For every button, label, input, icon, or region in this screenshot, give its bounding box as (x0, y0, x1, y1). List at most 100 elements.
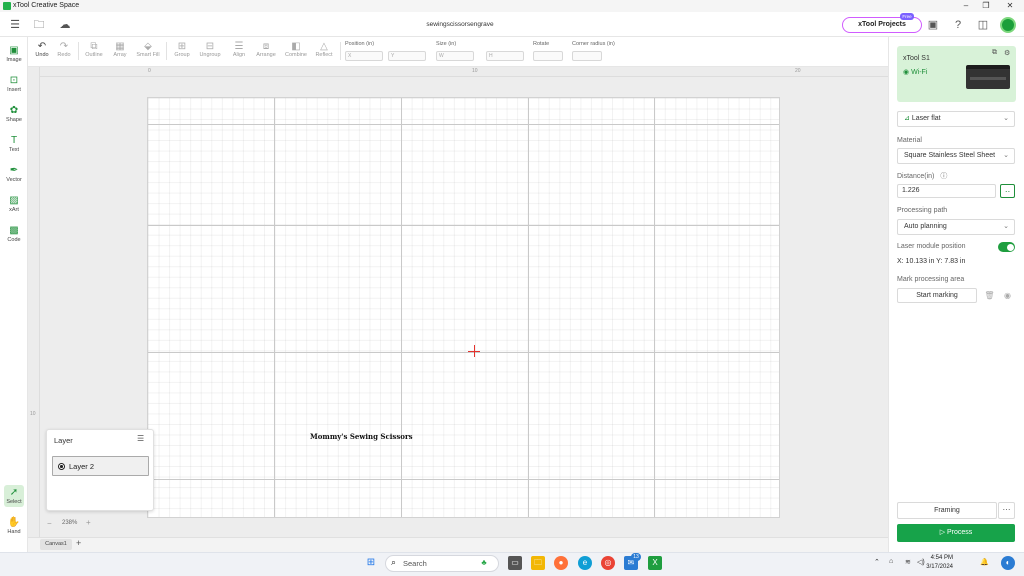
smart-fill-button[interactable]: ⬙ Smart Fill (134, 41, 162, 58)
avatar[interactable] (1000, 17, 1016, 33)
arrange-button[interactable]: ⧈ Arrange (252, 41, 280, 58)
grid-line (148, 479, 779, 480)
position-y-input[interactable]: Y (388, 51, 426, 61)
reflect-button[interactable]: △ Reflect (312, 41, 336, 58)
process-button[interactable]: ▷ Process (897, 524, 1015, 542)
bell-icon[interactable]: 🔔 (980, 558, 989, 566)
image-icon: ▣ (9, 45, 19, 56)
copilot-icon[interactable]: ◐ (1001, 556, 1015, 570)
module-position-toggle[interactable] (998, 242, 1015, 252)
maximize-icon[interactable]: ❐ (978, 1, 994, 11)
outline-icon: ⧉ (90, 41, 98, 52)
module-coordinates: X: 10.133 in Y: 7.83 in (897, 258, 966, 265)
code-tool[interactable]: ▩ Code (0, 225, 28, 243)
group-button[interactable]: ⊞ Group (170, 41, 194, 58)
clock-date[interactable]: 3/17/2024 (918, 564, 953, 570)
xart-tool[interactable]: ▨ xArt (0, 195, 28, 213)
folder-icon[interactable]: 🗀 (32, 18, 46, 32)
window-title-bar: xTool Creative Space – ❐ ✕ (0, 0, 1024, 12)
add-canvas-button[interactable]: + (76, 538, 81, 548)
start-marking-button[interactable]: Start marking (897, 288, 977, 303)
windows-start-icon[interactable]: ⊞ (364, 556, 378, 570)
grid-line (148, 352, 779, 353)
layer-item[interactable]: Layer 2 (52, 456, 149, 476)
settings-gear-icon[interactable]: ⚙ (1004, 49, 1010, 57)
wifi-icon: ◉ (903, 69, 912, 76)
minimize-icon[interactable]: – (958, 1, 974, 11)
close-icon[interactable]: ✕ (1002, 1, 1018, 11)
mode-select[interactable]: ⊿ Laser flat ⌄ (897, 111, 1015, 127)
text-tool[interactable]: T Text (0, 135, 28, 153)
redo-button[interactable]: ↷ Redo (56, 41, 72, 58)
array-button[interactable]: ▦ Array (110, 41, 130, 58)
task-view-icon[interactable]: ▭ (508, 556, 522, 570)
image-tool[interactable]: ▣ Image (0, 45, 28, 63)
undo-button[interactable]: ↶ Undo (34, 41, 50, 58)
chrome-icon[interactable]: ◎ (601, 556, 615, 570)
laser-machine-image (966, 65, 1010, 89)
language-icon[interactable]: ⌂ (889, 558, 893, 565)
ungroup-button[interactable]: ⊟ Ungroup (196, 41, 224, 58)
combine-button[interactable]: ◧ Combine (282, 41, 310, 58)
xtool-taskbar-icon[interactable]: X (648, 556, 662, 570)
zoom-in-button[interactable]: + (86, 518, 91, 527)
rotate-label: Rotate (533, 41, 550, 47)
distance-label: Distance(in) ⓘ (897, 173, 948, 180)
zoom-out-button[interactable]: − (47, 519, 52, 528)
firefox-icon[interactable]: ● (554, 556, 568, 570)
grid-line (274, 98, 275, 517)
toolbar-divider (78, 42, 79, 60)
shop-icon[interactable]: ▣ (926, 18, 940, 32)
align-button[interactable]: ☰ Align (228, 41, 250, 58)
hand-tool[interactable]: ✋ Hand (0, 517, 28, 535)
size-h-input[interactable]: H (486, 51, 524, 61)
position-label: Position (in) (345, 41, 375, 47)
size-w-input[interactable]: W (436, 51, 474, 61)
chevron-down-icon: ⌄ (1003, 223, 1009, 230)
position-x-input[interactable]: X (345, 51, 383, 61)
help-icon[interactable]: ? (951, 18, 965, 32)
cursor-icon: ➚ (9, 487, 19, 498)
menu-icon[interactable]: ☰ (8, 18, 22, 32)
corner-radius-input[interactable] (572, 51, 602, 61)
canvas-grid[interactable] (147, 97, 780, 518)
insert-icon: ⊡ (9, 75, 19, 86)
wifi-tray-icon[interactable]: ≋ (905, 558, 911, 566)
grid-line (528, 98, 529, 517)
cloud-icon[interactable]: ☁ (58, 18, 72, 32)
more-options-button[interactable]: ··· (998, 502, 1015, 519)
clock-time[interactable]: 4:54 PM (929, 555, 953, 561)
file-explorer-icon[interactable]: 🗀 (531, 556, 545, 570)
rotate-input[interactable] (533, 51, 563, 61)
chevron-up-icon[interactable]: ⌃ (874, 558, 880, 566)
reflect-icon: △ (320, 41, 328, 52)
info-icon[interactable]: ⓘ (940, 173, 947, 180)
layer-radio-icon[interactable] (58, 463, 65, 470)
copy-icon[interactable]: ⧉ (992, 49, 997, 57)
material-select[interactable]: Square Stainless Steel Sheet ⌄ (897, 148, 1015, 164)
select-tool[interactable]: ➚ Select (0, 485, 28, 507)
design-text-object[interactable]: Mommy's Sewing Scissors (310, 432, 413, 441)
material-label: Material (897, 137, 922, 144)
size-label: Size (in) (436, 41, 457, 47)
insert-tool[interactable]: ⊡ Insert (0, 75, 28, 93)
processing-path-select[interactable]: Auto planning ⌄ (897, 219, 1015, 235)
ruler-tick-label: 10 (30, 411, 36, 417)
layer-panel-title: Layer (54, 436, 73, 445)
left-tool-panel: ▣ Image ⊡ Insert ✿ Shape T Text ✒ Vector ▨ xAr… (0, 37, 28, 552)
auto-measure-button[interactable]: ‥ (1000, 184, 1015, 198)
trash-icon[interactable]: 🗑 (983, 289, 996, 302)
vector-tool[interactable]: ✒ Vector (0, 165, 28, 183)
framing-button[interactable]: Framing (897, 502, 997, 519)
edge-icon[interactable]: e (578, 556, 592, 570)
bag-icon[interactable]: ◫ (976, 18, 990, 32)
taskbar-search-text: Search (403, 559, 427, 568)
eye-icon[interactable]: ◉ (1001, 289, 1014, 302)
tab-canvas1[interactable]: Canvas1 (40, 539, 72, 550)
combine-icon: ◧ (291, 41, 301, 52)
shape-tool[interactable]: ✿ Shape (0, 105, 28, 123)
distance-input[interactable]: 1.226 (897, 184, 996, 198)
layer-settings-icon[interactable]: ☰ (137, 434, 144, 443)
device-name: xTool S1 (903, 55, 930, 62)
outline-button[interactable]: ⧉ Outline (82, 41, 106, 58)
